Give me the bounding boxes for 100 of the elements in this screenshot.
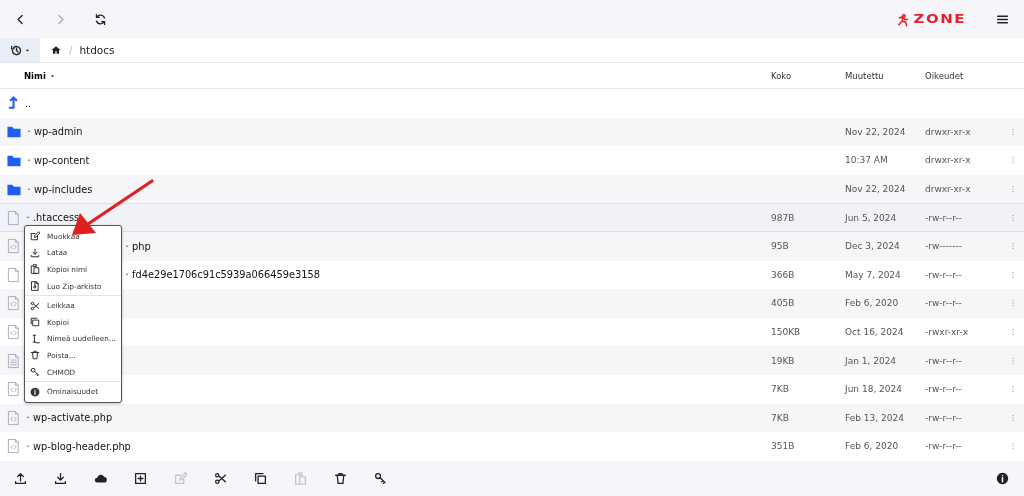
copy-icon: [30, 317, 40, 328]
text-file-icon: [6, 352, 21, 369]
scissors-icon: [213, 472, 227, 485]
file-icon: [6, 266, 21, 283]
table-cell: 987B: [771, 212, 795, 223]
copy-icon: [253, 472, 267, 485]
more-icon[interactable]: [1009, 384, 1017, 395]
table-cell: May 7, 2024: [845, 269, 901, 280]
more-icon[interactable]: [1009, 355, 1017, 366]
clipboard-icon: [293, 472, 307, 485]
table-cell: -rw-r--r--: [925, 412, 962, 423]
edit-icon: [173, 472, 187, 485]
upload-button[interactable]: [13, 470, 27, 487]
column-header[interactable]: Nimi: [24, 70, 46, 81]
table-cell: -rw-r--r--: [925, 298, 962, 309]
more-icon[interactable]: [1009, 441, 1017, 452]
more-icon[interactable]: [1009, 241, 1017, 252]
home-icon[interactable]: [51, 45, 61, 55]
more-icon[interactable]: [1009, 412, 1017, 423]
scissors-button[interactable]: [213, 470, 227, 487]
table-cell: drwxr-xr-x: [925, 184, 971, 195]
more-icon[interactable]: [1009, 126, 1017, 137]
table-cell: drwxr-xr-x: [925, 126, 971, 137]
scissors-icon: [30, 300, 40, 311]
download-icon: [30, 247, 40, 258]
zip-file-icon: [30, 281, 40, 292]
edit-icon: [30, 231, 40, 242]
add-button[interactable]: [133, 470, 147, 487]
table-cell: 10:37 AM: [845, 155, 888, 166]
folder-icon: [6, 124, 22, 140]
key-icon: [30, 367, 40, 378]
table-cell: drwxr-xr-x: [925, 155, 971, 166]
more-icon[interactable]: [1009, 184, 1017, 195]
trash-button[interactable]: [333, 470, 347, 487]
breadcrumb-item[interactable]: htdocs: [79, 44, 115, 56]
table-cell: 19KB: [771, 355, 795, 366]
file-name[interactable]: wp-activate.php: [33, 412, 113, 424]
download-icon: [53, 472, 67, 485]
refresh-icon: [93, 12, 107, 26]
file-name[interactable]: ..: [25, 97, 32, 109]
table-cell: -rw-r--r--: [925, 269, 962, 280]
history-icon: [9, 43, 23, 57]
caret-icon[interactable]: [26, 157, 32, 164]
more-icon[interactable]: [1009, 269, 1017, 280]
copy-button[interactable]: [253, 470, 267, 487]
table-cell: Jun 18, 2024: [845, 384, 902, 395]
table-cell: 351B: [771, 441, 795, 452]
column-header[interactable]: Oikeudet: [925, 70, 964, 81]
download-button[interactable]: [53, 470, 67, 487]
table-cell: -rw-r--r--: [925, 355, 962, 366]
info-icon: [30, 386, 40, 397]
cloud-icon: [93, 472, 107, 485]
table-cell: Jun 5, 2024: [845, 212, 897, 223]
column-header[interactable]: Muutettu: [845, 70, 884, 81]
file-name[interactable]: php: [132, 240, 151, 252]
table-cell: 95B: [771, 241, 789, 252]
trash-icon: [333, 472, 347, 485]
code-file-icon: [6, 381, 21, 398]
table-cell: -rw-r--r--: [925, 384, 962, 395]
more-icon[interactable]: [1009, 327, 1017, 338]
file-name[interactable]: wp-content: [34, 155, 90, 166]
key-icon: [373, 472, 387, 485]
table-cell: Jan 1, 2024: [845, 355, 897, 366]
table-cell: -rw-------: [925, 241, 963, 252]
history-button[interactable]: [0, 38, 40, 62]
key-button[interactable]: [373, 470, 387, 487]
table-cell: -rw-r--r--: [925, 441, 962, 452]
table-cell: 150KB: [771, 327, 801, 338]
table-cell: -rwxr-xr-x: [925, 327, 969, 338]
runner-icon: [895, 11, 910, 27]
code-file-icon: [6, 238, 21, 255]
upload-icon: [13, 472, 27, 485]
file-name[interactable]: wp-blog-header.php: [33, 440, 131, 452]
table-cell: Oct 16, 2024: [845, 327, 904, 338]
file-name[interactable]: .htaccess: [33, 212, 80, 224]
code-file-icon: [6, 295, 21, 312]
table-cell: Feb 13, 2024: [845, 412, 904, 423]
file-name[interactable]: wp-includes: [34, 183, 93, 195]
info-button[interactable]: [995, 470, 1009, 487]
code-file-icon: [6, 409, 21, 426]
table-cell: Nov 22, 2024: [845, 126, 906, 137]
table-cell: -rw-r--r--: [925, 212, 962, 223]
table-cell: Dec 3, 2024: [845, 241, 900, 252]
breadcrumb-separator: /: [69, 44, 73, 56]
table-cell: Feb 6, 2020: [845, 441, 899, 452]
table-cell: 366B: [771, 269, 795, 280]
file-name[interactable]: wp-admin: [34, 126, 83, 138]
logo: ZONE: [913, 11, 966, 27]
more-icon[interactable]: [1009, 212, 1017, 223]
file-name[interactable]: fd4e29e1706c91c5939a066459e3158: [132, 269, 320, 281]
table-cell: Nov 22, 2024: [845, 184, 906, 195]
table-cell: 7KB: [771, 412, 789, 423]
table-cell: 405B: [771, 298, 795, 309]
text-cursor-icon: [30, 333, 40, 344]
more-icon[interactable]: [1009, 298, 1017, 309]
code-file-icon: [6, 324, 21, 341]
column-header[interactable]: Koko: [771, 70, 792, 81]
file-icon: [6, 209, 21, 226]
more-icon[interactable]: [1009, 155, 1017, 166]
info-icon: [995, 472, 1009, 485]
